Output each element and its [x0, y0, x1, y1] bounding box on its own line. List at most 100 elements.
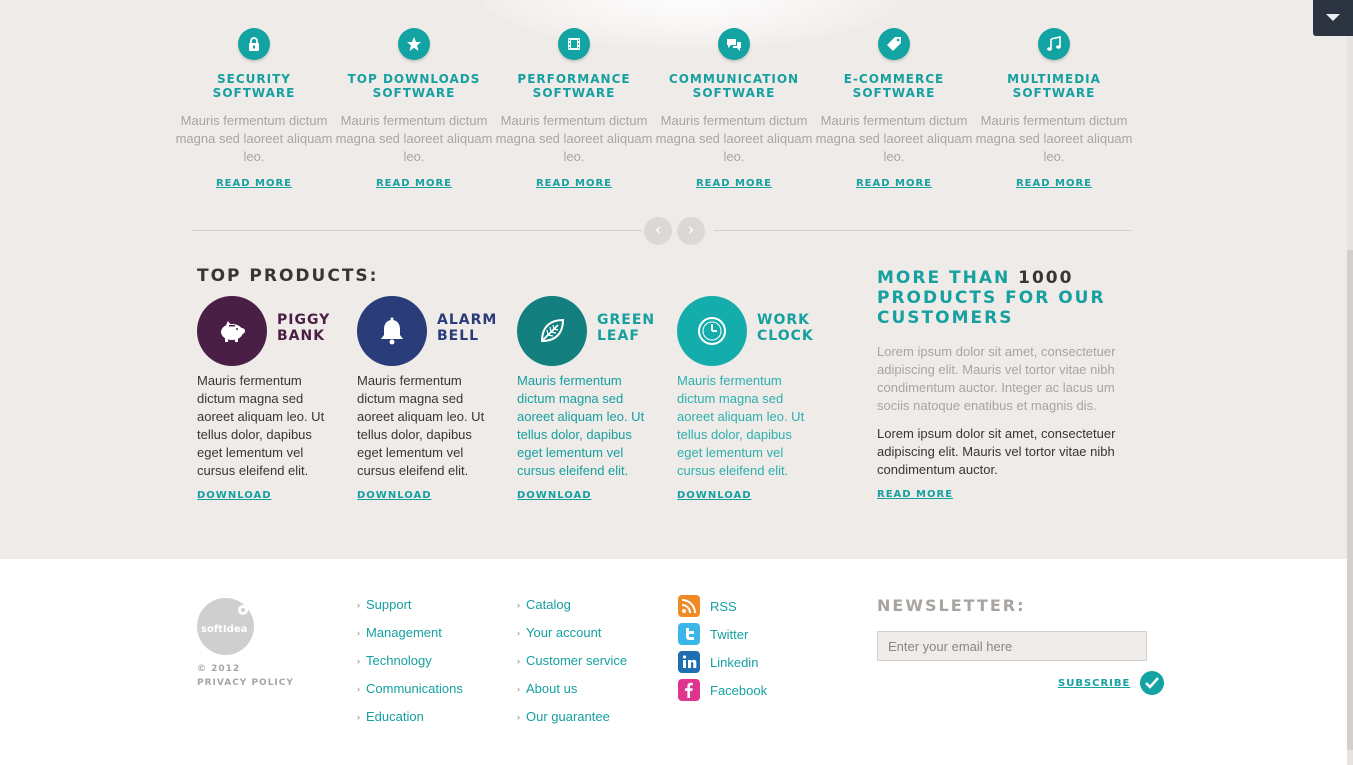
feature-multimedia: MULTIMEDIA SOFTWARE Mauris fermentum dict…	[974, 28, 1134, 190]
feature-description: Mauris fermentum dictum magna sed laoree…	[655, 113, 813, 164]
more-products-block: MORE THAN 1000 PRODUCTS FOR OUR CUSTOMERS…	[877, 268, 1137, 501]
product-description: Mauris fermentum dictum magna sed aoreet…	[197, 373, 325, 478]
chevron-right-icon: ›	[517, 628, 520, 638]
read-more-link[interactable]: READ MORE	[856, 178, 932, 189]
product-description: Mauris fermentum dictum magna sed aoreet…	[677, 373, 805, 478]
top-dropdown-toggle[interactable]	[1313, 0, 1353, 36]
feature-security: SECURITY SOFTWARE Mauris fermentum dictum…	[174, 28, 334, 190]
read-more-link[interactable]: READ MORE	[696, 178, 772, 189]
feature-title: SECURITY SOFTWARE	[212, 72, 296, 100]
chevron-right-icon: ›	[357, 656, 360, 666]
checkmark-icon	[1140, 671, 1165, 695]
chevron-right-icon: ›	[517, 656, 520, 666]
more-products-title: MORE THAN 1000 PRODUCTS FOR OUR CUSTOMERS	[877, 268, 1106, 328]
scrollbar-thumb[interactable]	[1347, 250, 1353, 750]
feature-description: Mauris fermentum dictum magna sed laoree…	[495, 113, 653, 164]
page-scrollbar[interactable]	[1347, 0, 1353, 765]
more-products-text-2: Lorem ipsum dolor sit amet, consectetuer…	[877, 426, 1116, 477]
social-link-facebook[interactable]: Facebook	[678, 676, 767, 704]
feature-description: Mauris fermentum dictum magna sed laoree…	[175, 113, 333, 164]
music-note-icon	[1038, 28, 1070, 60]
copyright-block: © 2012 PRIVACY POLICY	[197, 662, 294, 690]
footer-links-col1: › Support › Management › Technology › Commun…	[357, 597, 463, 737]
download-link[interactable]: DOWNLOAD	[517, 490, 592, 501]
carousel-next-button[interactable]: ›	[677, 217, 705, 245]
twitter-icon	[678, 623, 700, 645]
social-link-twitter[interactable]: Twitter	[678, 620, 767, 648]
more-read-more-link[interactable]: READ MORE	[877, 489, 953, 500]
product-green-leaf: GREEN LEAF Mauris fermentum dictum magna …	[517, 296, 667, 502]
footer-link[interactable]: › Management	[357, 625, 463, 653]
feature-title: E-COMMERCE SOFTWARE	[843, 72, 945, 100]
read-more-link[interactable]: READ MORE	[376, 178, 452, 189]
footer-link[interactable]: › Catalog	[517, 597, 627, 625]
logo-mark	[238, 605, 248, 615]
logo[interactable]: softIdea	[197, 598, 254, 655]
more-products-text-1: Lorem ipsum dolor sit amet, consectetuer…	[877, 344, 1116, 413]
feature-title: COMMUNICATION SOFTWARE	[668, 72, 800, 100]
footer-link[interactable]: › Communications	[357, 681, 463, 709]
product-name: GREEN LEAF	[597, 312, 656, 344]
social-label: RSS	[710, 598, 737, 614]
footer: softIdea © 2012 PRIVACY POLICY › Support …	[0, 559, 1347, 765]
download-link[interactable]: DOWNLOAD	[677, 490, 752, 501]
social-link-rss[interactable]: RSS	[678, 592, 767, 620]
footer-link[interactable]: › Education	[357, 709, 463, 737]
feature-title: TOP DOWNLOADS SOFTWARE	[347, 72, 481, 100]
download-link[interactable]: DOWNLOAD	[197, 490, 272, 501]
top-products-title: TOP PRODUCTS:	[197, 266, 379, 286]
product-name: ALARM BELL	[437, 312, 498, 344]
linkedin-icon	[678, 651, 700, 673]
feature-description: Mauris fermentum dictum magna sed laoree…	[975, 113, 1133, 164]
chevron-down-icon	[1326, 14, 1340, 21]
social-links: RSS Twitter Linkedin Facebook	[678, 592, 767, 704]
footer-link[interactable]: › Our guarantee	[517, 709, 627, 737]
lock-icon	[238, 28, 270, 60]
chevron-right-icon: ›	[357, 628, 360, 638]
main-content-area: SECURITY SOFTWARE Mauris fermentum dictum…	[0, 0, 1353, 559]
footer-link[interactable]: › Customer service	[517, 653, 627, 681]
feature-description: Mauris fermentum dictum magna sed laoree…	[335, 113, 493, 164]
social-label: Facebook	[710, 682, 768, 698]
feature-title: PERFORMANCE SOFTWARE	[517, 72, 631, 100]
download-link[interactable]: DOWNLOAD	[357, 490, 432, 501]
footer-link[interactable]: › Your account	[517, 625, 627, 653]
subscribe-button[interactable]: SUBSCRIBE	[1058, 671, 1165, 695]
product-description: Mauris fermentum dictum magna sed aoreet…	[517, 373, 645, 478]
feature-communication: COMMUNICATION SOFTWARE Mauris fermentum d…	[654, 28, 814, 190]
read-more-link[interactable]: READ MORE	[1016, 178, 1092, 189]
facebook-icon	[678, 679, 700, 701]
product-name: PIGGY BANK	[277, 312, 331, 344]
footer-link[interactable]: › Technology	[357, 653, 463, 681]
feature-performance: PERFORMANCE SOFTWARE Mauris fermentum dic…	[494, 28, 654, 190]
subscribe-label: SUBSCRIBE	[1058, 677, 1131, 689]
newsletter-title: NEWSLETTER:	[877, 596, 1026, 615]
chevron-right-icon: ›	[357, 600, 360, 610]
film-icon	[558, 28, 590, 60]
social-label: Linkedin	[710, 654, 759, 670]
read-more-link[interactable]: READ MORE	[536, 178, 612, 189]
clock-icon	[677, 296, 747, 366]
logo-text: softIdea	[201, 624, 248, 635]
footer-link[interactable]: › Support	[357, 597, 463, 625]
footer-link[interactable]: › About us	[517, 681, 627, 709]
social-link-linkedin[interactable]: Linkedin	[678, 648, 767, 676]
product-work-clock: WORK CLOCK Mauris fermentum dictum magna …	[677, 296, 827, 502]
tag-icon	[878, 28, 910, 60]
star-icon	[398, 28, 430, 60]
read-more-link[interactable]: READ MORE	[216, 178, 292, 189]
footer-links-col2: › Catalog › Your account › Customer service…	[517, 597, 627, 737]
product-description: Mauris fermentum dictum magna sed aoreet…	[357, 373, 485, 478]
feature-title: MULTIMEDIA SOFTWARE	[1007, 72, 1101, 100]
social-label: Twitter	[710, 626, 749, 642]
feature-top-downloads: TOP DOWNLOADS SOFTWARE Mauris fermentum d…	[334, 28, 494, 190]
feature-ecommerce: E-COMMERCE SOFTWARE Mauris fermentum dict…	[814, 28, 974, 190]
product-alarm-bell: ALARM BELL Mauris fermentum dictum magna …	[357, 296, 507, 502]
product-piggy-bank: PIGGY BANK Mauris fermentum dictum magna …	[197, 296, 347, 502]
carousel-prev-button[interactable]: ‹	[644, 217, 672, 245]
newsletter-email-input[interactable]	[877, 631, 1147, 661]
divider-left	[192, 230, 642, 231]
privacy-policy-link[interactable]: PRIVACY POLICY	[197, 676, 294, 690]
piggy-bank-icon	[197, 296, 267, 366]
product-name: WORK CLOCK	[757, 312, 814, 344]
